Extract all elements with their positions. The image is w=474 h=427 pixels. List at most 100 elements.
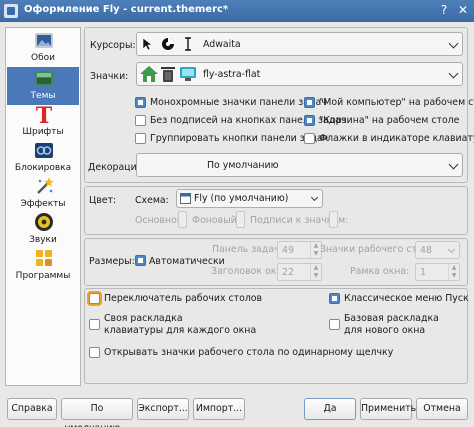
sidebar-item-themes[interactable]: Темы bbox=[7, 67, 79, 105]
scheme-select[interactable]: Fly (по умолчанию) bbox=[176, 189, 323, 208]
no-taskbar-captions-checkbox[interactable] bbox=[135, 115, 146, 126]
sidebar-item-lock[interactable]: Блокировка bbox=[7, 139, 79, 177]
desktop-icons-size-value: 48 bbox=[420, 245, 432, 256]
sizes-group: Размеры: Автоматически Панель задач: 49 … bbox=[84, 238, 468, 286]
checkbox-label-line2: для нового окна bbox=[344, 325, 426, 336]
checkbox-label: Открывать значки рабочего стола по одина… bbox=[104, 347, 394, 358]
sidebar-item-programs[interactable]: Программы bbox=[7, 247, 79, 285]
options-group: Переключатель рабочих столов Классическо… bbox=[84, 288, 469, 384]
color-label: Цвет: bbox=[89, 195, 117, 206]
app-icon bbox=[4, 4, 18, 18]
background-color-swatch[interactable] bbox=[236, 211, 245, 228]
cursors-value: Adwaita bbox=[203, 39, 241, 50]
checkbox-label: Переключатель рабочих столов bbox=[104, 293, 263, 304]
icons-select[interactable]: fly-astra-flat bbox=[136, 62, 463, 86]
background-color-label: Фоновый: bbox=[192, 215, 240, 226]
per-window-layout-checkbox[interactable] bbox=[89, 319, 100, 330]
main-color-swatch[interactable] bbox=[178, 211, 187, 228]
icons-label: Значки: bbox=[90, 71, 129, 82]
icon-caption-color-swatch[interactable] bbox=[329, 211, 338, 228]
sidebar-item-label: Эффекты bbox=[20, 199, 66, 209]
taskbar-size-label: Панель задач: bbox=[212, 244, 283, 255]
trash-on-desktop-checkbox[interactable] bbox=[304, 115, 315, 126]
checkbox-label: Группировать кнопки панели задач bbox=[150, 133, 329, 144]
apply-button[interactable]: Применить bbox=[360, 398, 416, 420]
checkbox-label: Без подписей на кнопках панели задач bbox=[150, 115, 347, 126]
mono-taskbar-icons-checkbox[interactable] bbox=[135, 97, 146, 108]
spin-arrows-icon: ▲ ▼ bbox=[448, 264, 459, 280]
import-button[interactable]: Импорт... bbox=[193, 398, 245, 420]
desktop-icons-size-select[interactable]: 48 bbox=[415, 241, 460, 259]
help-button[interactable]: Справка bbox=[7, 398, 57, 420]
checkbox-label: Монохромные значки панели задач bbox=[150, 97, 327, 108]
programs-icon bbox=[36, 250, 52, 266]
window-title-size-value: 22 bbox=[282, 267, 294, 278]
window-frame-size-value: 1 bbox=[420, 267, 426, 278]
checkbox-label: "Мой компьютер" на рабочем столе bbox=[319, 97, 474, 108]
sidebar-item-label: Программы bbox=[15, 271, 71, 281]
sidebar-item-sounds[interactable]: Звуки bbox=[7, 211, 79, 249]
auto-sizes-checkbox[interactable] bbox=[135, 255, 146, 266]
home-icon bbox=[140, 66, 158, 82]
category-sidebar: Обои Темы T Шрифты Блокировка Эффекты Зв… bbox=[5, 27, 81, 386]
my-computer-checkbox[interactable] bbox=[304, 97, 315, 108]
defaults-button[interactable]: По умолчанию... bbox=[61, 398, 133, 427]
sidebar-item-fonts[interactable]: T Шрифты bbox=[7, 103, 79, 141]
checkbox-label: Своя раскладка bbox=[104, 313, 183, 324]
title-bar[interactable]: Оформление Fly - current.themerc* ? ✕ bbox=[0, 0, 474, 22]
window-frame-size-spinbox[interactable]: 1 ▲ ▼ bbox=[415, 263, 460, 281]
cursors-label: Курсоры: bbox=[90, 40, 136, 51]
spin-arrows-icon: ▲ ▼ bbox=[310, 264, 321, 280]
checkbox-label: Базовая раскладка bbox=[344, 313, 439, 324]
computer-icon bbox=[180, 67, 196, 81]
checkbox-label: "Корзина" на рабочем столе bbox=[319, 115, 460, 126]
group-taskbar-buttons-checkbox[interactable] bbox=[135, 133, 146, 144]
scheme-label: Схема: bbox=[135, 195, 169, 206]
svg-text:T: T bbox=[36, 104, 53, 126]
desktop-switcher-checkbox[interactable] bbox=[89, 293, 100, 304]
themes-icon bbox=[35, 71, 53, 86]
window-title: Оформление Fly - current.themerc* bbox=[24, 4, 229, 15]
help-icon[interactable]: ? bbox=[436, 2, 452, 19]
decorations-value: По умолчанию bbox=[207, 160, 279, 171]
busy-cursor-icon bbox=[162, 38, 174, 50]
sidebar-item-label: Звуки bbox=[29, 235, 57, 245]
checkbox-label-line2: клавиатуры для каждого окна bbox=[104, 325, 257, 336]
arrow-cursor-icon bbox=[142, 37, 153, 51]
sidebar-item-wallpaper[interactable]: Обои bbox=[7, 29, 79, 67]
fonts-icon: T bbox=[36, 104, 53, 126]
keyboard-flags-checkbox[interactable] bbox=[304, 133, 315, 144]
chevron-down-icon bbox=[448, 68, 459, 79]
window-title-size-spinbox[interactable]: 22 ▲ ▼ bbox=[277, 263, 322, 281]
cursors-select[interactable]: Adwaita bbox=[136, 32, 463, 56]
text-cursor-icon bbox=[185, 37, 191, 51]
chevron-down-icon bbox=[447, 245, 456, 254]
single-click-icons-checkbox[interactable] bbox=[89, 347, 100, 358]
sizes-label: Размеры: bbox=[89, 256, 135, 267]
decorations-select[interactable]: По умолчанию bbox=[136, 153, 463, 177]
effects-icon bbox=[37, 177, 54, 194]
color-group: Цвет: Схема: Fly (по умолчанию) bbox=[84, 186, 468, 235]
color-scheme-icon bbox=[180, 193, 191, 204]
cancel-button[interactable]: Отмена bbox=[416, 398, 468, 420]
export-button[interactable]: Экспорт... bbox=[137, 398, 189, 420]
trash-icon bbox=[161, 67, 175, 82]
taskbar-size-value: 49 bbox=[282, 245, 294, 256]
checkbox-label: Классическое меню Пуск bbox=[344, 293, 469, 304]
taskbar-size-spinbox[interactable]: 49 ▲ ▼ bbox=[277, 241, 322, 259]
sidebar-item-label: Шрифты bbox=[22, 127, 64, 137]
sidebar-item-label: Темы bbox=[30, 91, 56, 101]
chevron-down-icon bbox=[448, 38, 459, 49]
close-icon[interactable]: ✕ bbox=[455, 2, 471, 19]
sidebar-item-label: Обои bbox=[31, 53, 55, 63]
classic-start-menu-checkbox[interactable] bbox=[329, 293, 340, 304]
sidebar-item-effects[interactable]: Эффекты bbox=[7, 175, 79, 213]
window-frame-size-label: Рамка окна: bbox=[350, 266, 410, 277]
sidebar-item-label: Блокировка bbox=[14, 163, 72, 173]
base-layout-checkbox[interactable] bbox=[329, 319, 340, 330]
sounds-icon bbox=[35, 213, 53, 231]
lock-icon bbox=[35, 143, 53, 158]
scheme-value: Fly (по умолчанию) bbox=[194, 193, 289, 204]
themes-group: Курсоры: Adwaita Значки: fly-astra-flat … bbox=[84, 27, 474, 183]
ok-button[interactable]: Да bbox=[304, 398, 356, 420]
